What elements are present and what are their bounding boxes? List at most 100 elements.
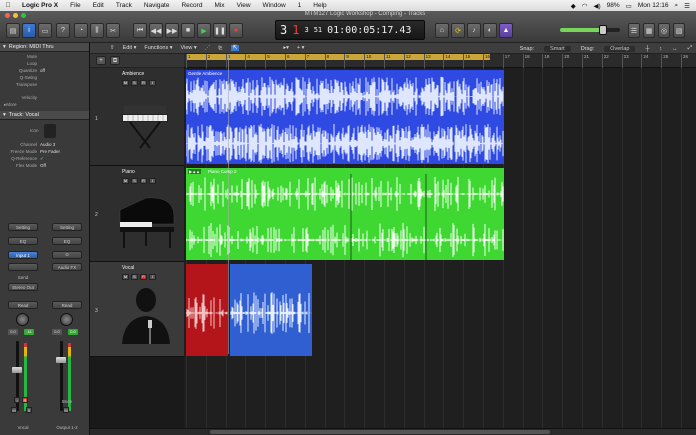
menu-view[interactable]: View (231, 2, 257, 9)
vertical-zoom-icon[interactable]: ↕ (659, 46, 662, 52)
close-icon[interactable] (5, 13, 10, 18)
solo-button[interactable]: S (131, 80, 138, 86)
param-row[interactable]: Quantize off (0, 68, 89, 75)
add-tool-icon[interactable]: + ▾ (297, 45, 305, 51)
input-monitor-button[interactable]: I (149, 80, 156, 86)
param-row[interactable]: Channel Audio 3 (0, 142, 89, 149)
setting-button[interactable]: Setting (52, 223, 82, 231)
drag-select[interactable]: Overlap (604, 45, 636, 52)
automation-mode[interactable]: Read (52, 301, 82, 309)
horizontal-scrollbar[interactable] (90, 428, 696, 435)
duplicate-track-button[interactable]: ⧉ (110, 56, 120, 65)
mute-button[interactable]: M (11, 407, 17, 413)
master-volume-knob[interactable] (599, 25, 608, 35)
metronome-button[interactable]: ▲ (499, 23, 513, 38)
bounce-button[interactable]: Bnce (46, 399, 88, 404)
bar-ruler[interactable]: 1234567891011121314151617181920212223242… (184, 54, 696, 68)
output-button[interactable]: Stereo Out (8, 283, 38, 291)
take-folder-icon[interactable]: ▶▲▲ (188, 169, 201, 174)
clock[interactable]: Mon 12:16 (638, 2, 669, 9)
notepad-button[interactable]: ▦ (643, 23, 655, 38)
menu-edit[interactable]: Edit (87, 2, 110, 9)
param-row[interactable]: Transpose (0, 82, 89, 89)
replace-button[interactable]: ⌂ (435, 23, 449, 38)
wifi-icon[interactable]: ◠ (582, 2, 588, 10)
volume-icon[interactable]: ◀) (593, 2, 600, 10)
eq-button[interactable]: EQ (52, 237, 82, 245)
automation-icon[interactable]: ⊵ (218, 45, 223, 51)
go-to-beginning-button[interactable]: ⏮ (133, 23, 147, 38)
record-enable-button[interactable]: R (140, 178, 147, 184)
fast-forward-button[interactable]: ▶▶ (165, 23, 179, 38)
list-editors-button[interactable]: ☰ (628, 23, 640, 38)
library-button[interactable]: ▤ (6, 23, 20, 38)
playhead[interactable] (228, 54, 229, 354)
region-piano-comp[interactable]: Piano Comp 2 ▶▲▲ (186, 168, 504, 260)
zoom-out-icon[interactable]: ⤢ (688, 45, 692, 52)
record-button[interactable]: ● (229, 23, 243, 38)
menu-navigate[interactable]: Navigate (138, 2, 176, 9)
master-volume-slider[interactable] (560, 25, 620, 35)
region-vocal-take-1[interactable] (186, 264, 228, 356)
flex-icon[interactable]: ⋰ (205, 45, 211, 51)
scroll-thumb[interactable] (210, 430, 550, 434)
battery-percent[interactable]: 98% (607, 2, 620, 9)
param-row[interactable]: Q-Reference ✓ (0, 156, 89, 163)
waveform-zoom-icon[interactable]: ┼ (645, 46, 649, 52)
mute-button[interactable]: M (122, 178, 129, 184)
input-monitor-button[interactable]: I (149, 274, 156, 280)
rewind-button[interactable]: ◀◀ (149, 23, 163, 38)
mute-button[interactable]: M (63, 407, 69, 413)
edit-menu[interactable]: Edit ▾ (123, 45, 137, 51)
setting-button[interactable]: Setting (8, 223, 38, 231)
param-row[interactable]: Q-Swing (0, 75, 89, 82)
menu-1[interactable]: 1 (292, 2, 308, 9)
solo-button[interactable]: S (131, 178, 138, 184)
mixer-button[interactable]: ⫼ (90, 23, 104, 38)
add-track-button[interactable]: + (96, 56, 106, 65)
track-name[interactable]: Piano (122, 169, 135, 175)
left-tool-icon[interactable]: ⇱ (230, 45, 240, 51)
dropbox-icon[interactable]: ◆ (571, 2, 576, 10)
quick-help-button[interactable]: ? (56, 23, 70, 38)
eq-button[interactable]: EQ (8, 237, 38, 245)
automation-mode[interactable]: Read (8, 301, 38, 309)
record-enable-button[interactable]: R (22, 397, 28, 403)
param-row[interactable]: Mute (0, 54, 89, 61)
view-menu[interactable]: View ▾ (181, 45, 197, 51)
audio-fx-slot[interactable]: Audio FX (52, 263, 82, 271)
volume-fader[interactable] (56, 357, 66, 363)
disclosure-triangle-icon[interactable]: ▾ (3, 112, 6, 118)
record-enable-button[interactable]: R (140, 274, 147, 280)
pan-knob[interactable] (16, 313, 29, 326)
minimize-icon[interactable] (13, 13, 18, 18)
menu-help[interactable]: Help (307, 2, 332, 9)
menu-window[interactable]: Window (257, 2, 292, 9)
track-inspector-header[interactable]: ▾ Track: Vocal (0, 111, 89, 120)
apple-icon[interactable]:  (0, 2, 16, 9)
cycle-button[interactable]: ⟳ (451, 23, 465, 38)
param-row[interactable]: Loop (0, 61, 89, 68)
stop-button[interactable]: ■ (181, 23, 195, 38)
tuner-button[interactable]: ♪ (467, 23, 481, 38)
disclosure-triangle-icon[interactable]: ▾ (3, 44, 6, 50)
param-row[interactable]: Freeze Mode Pre Fader (0, 149, 89, 156)
pan-knob[interactable] (60, 313, 73, 326)
horizontal-zoom-icon[interactable]: ↔ (672, 46, 678, 52)
link-button[interactable]: ⊙ (52, 251, 82, 259)
region-vocal-take-2[interactable] (230, 264, 312, 356)
solo-button[interactable]: S (131, 274, 138, 280)
menu-track[interactable]: Track (110, 2, 138, 9)
menu-record[interactable]: Record (175, 2, 208, 9)
menu-file[interactable]: File (64, 2, 86, 9)
search-icon[interactable]: ⌕ (675, 2, 679, 10)
input-button[interactable]: Input 1 (8, 251, 38, 259)
functions-menu[interactable]: Functions ▾ (144, 45, 172, 51)
editors-button[interactable]: ✂ (106, 23, 120, 38)
track-name[interactable]: Vocal (122, 265, 134, 271)
loop-browser-button[interactable]: ◎ (658, 23, 670, 38)
lcd-display[interactable]: 3 1 3 51 01:00:05:17.43 (275, 20, 425, 40)
record-enable-button[interactable]: R (140, 80, 147, 86)
menu-mix[interactable]: Mix (208, 2, 230, 9)
snap-select[interactable]: Smart (544, 45, 571, 52)
